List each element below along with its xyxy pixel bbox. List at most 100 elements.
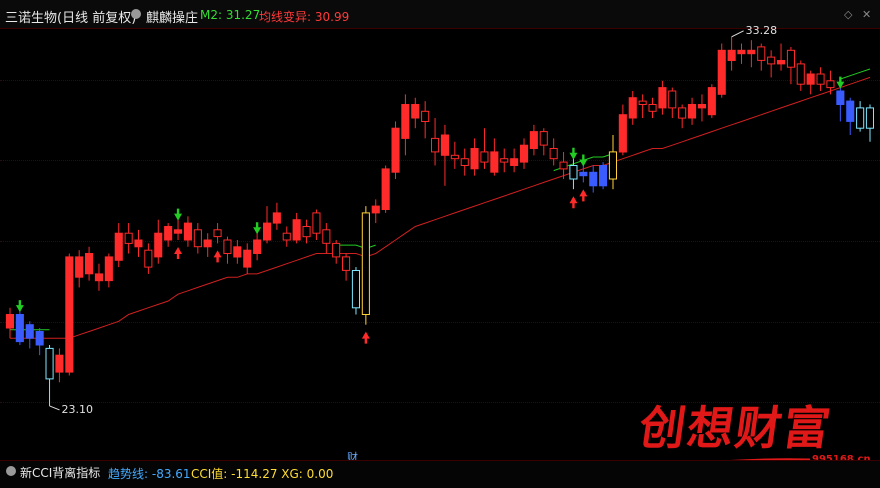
candle-body — [707, 87, 716, 116]
candle-body — [599, 165, 608, 187]
candle-body — [480, 151, 489, 163]
sub-indicator-name[interactable]: 新CCI背离指标 — [20, 464, 100, 481]
candle-body — [470, 148, 479, 170]
candle-body — [223, 239, 232, 254]
candle-body — [94, 273, 104, 282]
candle-body — [411, 104, 420, 119]
candle-body — [865, 107, 875, 129]
candle-body — [104, 256, 113, 282]
candle-body — [263, 222, 272, 241]
candle-body — [134, 239, 143, 248]
candle-body — [697, 104, 707, 109]
cci-values: CCI值: -114.27 XG: 0.00 — [191, 467, 334, 481]
sub-indicator-toggle-icon[interactable] — [6, 466, 16, 476]
candle-body — [450, 154, 459, 160]
candle-body — [520, 144, 529, 163]
candle-body — [856, 107, 865, 129]
candle-body — [401, 104, 410, 139]
candle-body — [65, 256, 74, 373]
candle-body — [342, 256, 351, 271]
candle-body — [510, 158, 519, 166]
ma-line — [10, 76, 871, 339]
candle-body — [777, 60, 786, 65]
candle-body — [5, 314, 14, 329]
sell-arrow-icon — [15, 300, 24, 313]
sell-arrow-icon — [253, 222, 262, 235]
candle-body — [767, 56, 776, 65]
candle-body — [124, 232, 133, 244]
candle-body — [678, 107, 687, 119]
candle-body — [806, 73, 815, 85]
sell-arrow-icon — [579, 154, 588, 167]
candle-body — [500, 158, 509, 163]
candle-body — [213, 229, 222, 238]
candle-body — [589, 171, 598, 187]
candle-body — [272, 212, 281, 224]
high-pointer — [731, 30, 744, 38]
candle-body — [282, 232, 291, 241]
watermark-logo: 创想财富 — [635, 401, 836, 455]
candle-body — [243, 249, 252, 268]
candle-body — [628, 97, 637, 119]
candle-body — [55, 354, 64, 373]
sell-arrow-icon — [174, 208, 183, 221]
candle-body — [114, 232, 123, 261]
sell-arrow-icon — [569, 147, 578, 160]
candle-body — [253, 239, 262, 254]
candle-body — [786, 49, 796, 68]
candle-body — [618, 114, 627, 153]
candle-body — [688, 104, 697, 119]
candle-body — [549, 148, 558, 160]
candle-body — [668, 90, 677, 109]
candle-body — [302, 226, 311, 238]
buy-arrow-icon — [569, 196, 578, 209]
candle-body — [658, 87, 667, 109]
low-pointer — [49, 405, 60, 411]
candle-body — [381, 168, 390, 210]
candle-body — [233, 246, 242, 258]
candle-body — [312, 212, 321, 234]
candle-body — [747, 49, 756, 55]
candle-body — [391, 127, 400, 173]
candle-body — [35, 331, 44, 346]
candle-body — [559, 161, 568, 170]
candle-body — [371, 205, 380, 214]
candle-body — [816, 73, 825, 85]
candle-body — [431, 137, 440, 153]
candle-body — [846, 100, 855, 122]
candle-body — [85, 253, 94, 275]
candle-body — [193, 229, 202, 248]
candle-body — [144, 249, 153, 268]
candle-body — [460, 158, 469, 166]
candle-body — [638, 100, 647, 105]
high-price-label: 33.28 — [745, 23, 778, 37]
candlestick-chart[interactable] — [0, 0, 880, 460]
buy-arrow-icon — [174, 247, 183, 259]
candle-body — [648, 104, 657, 112]
buy-arrow-icon — [361, 331, 370, 344]
candle-body — [440, 134, 449, 156]
candle-body — [332, 242, 341, 258]
candle-body — [322, 229, 331, 244]
candle-body — [351, 270, 360, 309]
candle-body — [25, 324, 34, 339]
candle-body — [421, 110, 430, 123]
candle-body — [203, 239, 212, 248]
candle-body — [608, 151, 618, 180]
candle-body — [45, 347, 54, 380]
candle-body — [826, 80, 835, 89]
buy-arrow-icon — [579, 189, 588, 202]
candle-body — [292, 219, 301, 241]
candle-body — [579, 171, 588, 177]
candle-body — [75, 256, 84, 278]
candle-body — [361, 212, 370, 315]
signal-line — [840, 68, 871, 80]
candle-body — [737, 49, 746, 55]
candle-body — [15, 314, 24, 343]
candle-body — [164, 226, 173, 241]
candle-body — [796, 63, 805, 85]
low-price-label: 23.10 — [61, 402, 94, 416]
candle-body — [757, 46, 766, 61]
candle-body — [539, 131, 548, 146]
buy-arrow-icon — [213, 250, 222, 263]
